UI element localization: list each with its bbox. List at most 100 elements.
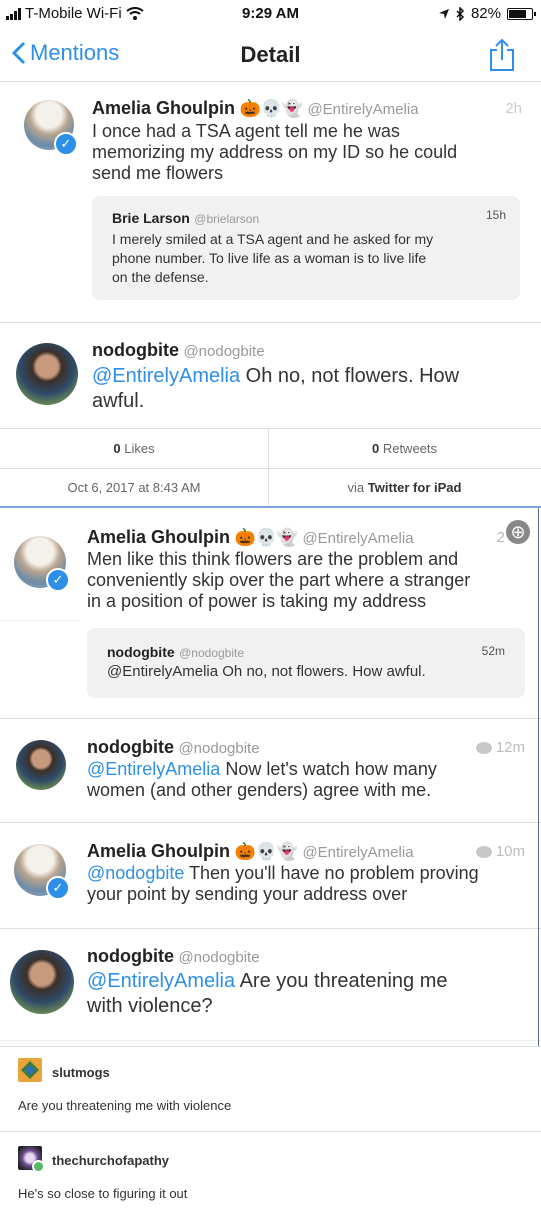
divider [0,718,541,719]
tweet-age-text: 10m [495,843,525,860]
quote-age: 15h [485,208,506,222]
reply-bubble-icon [475,742,492,755]
quote-text: I merely smiled at a TSA agent and he as… [112,230,433,287]
crosshair-icon: ⊕ [506,520,530,544]
main-tweet: Amelia Ghoulpin 🎃💀👻 @EntirelyAmelia 2h I… [92,98,522,184]
divider [0,822,541,823]
mention-link[interactable]: @EntirelyAmelia [87,970,235,992]
retweets-number: 0 [371,441,380,456]
bluetooth-icon [456,6,465,21]
quote-author-name: nodogbite [107,644,175,660]
name-emojis: 🎃💀👻 [234,528,298,547]
status-bar: T-Mobile Wi-Fi 9:29 AM 82% [0,0,541,30]
detail-tweet: nodogbite @nodogbite @EntirelyAmelia Oh … [92,340,522,414]
tweet-text-line: in a position of power is taking my addr… [87,591,427,611]
quote-text-line: phone number. To live life as a woman is… [112,250,427,266]
tweet-text-line: your point by sending your address over [87,884,408,904]
tweet-text: I once had a TSA agent tell me he was me… [92,121,522,184]
divider [0,620,80,621]
tweet-age: 2 [496,529,505,546]
screenshot-border [0,506,541,508]
tweet-text: @EntirelyAmelia Now let's watch how many… [87,759,527,801]
tweet-text: Men like this think flowers are the prob… [87,549,527,612]
via-app: Twitter for iPad [367,480,462,495]
tweet-author-handle[interactable]: @EntirelyAmelia [302,530,413,547]
tweet-timestamp: Oct 6, 2017 at 8:43 AM [67,480,201,495]
back-label: Mentions [30,40,120,65]
tweet-text-line: Now let's watch how many [220,759,437,779]
tweet-text-line: Oh no, not flowers. How [240,365,460,387]
avatar[interactable] [10,950,74,1014]
tweet-author-handle[interactable]: @nodogbite [183,343,264,360]
retweets-label: Retweets [382,441,438,456]
reblog-username[interactable]: slutmogs [52,1065,110,1080]
via-prefix: via [347,480,365,495]
diamond-icon [21,1061,39,1079]
tweet-age-text: 12m [495,739,525,756]
name-emojis: 🎃💀👻 [239,99,303,118]
tweet-text: @nodogbite Then you'll have no problem p… [87,863,527,905]
tweet-author-name[interactable]: nodogbite [92,340,179,360]
screenshot-edge [538,508,539,1046]
tweet-text-line: send me flowers [92,163,224,183]
tweet-author-name[interactable]: nodogbite [87,737,174,757]
back-button[interactable]: Mentions [12,40,119,66]
share-button[interactable] [489,38,515,77]
retweets-count[interactable]: 0 Retweets [268,441,541,456]
divider [0,1040,541,1041]
quote-text-line: I merely smiled at a TSA agent and he as… [112,231,434,247]
battery-percent: 82% [470,5,501,22]
reblog-username[interactable]: thechurchofapathy [52,1153,169,1168]
name-emojis: 🎃💀👻 [234,842,298,861]
divider [0,322,541,323]
tweet-author-name[interactable]: Amelia Ghoulpin [87,527,230,547]
quote-author-handle: @nodogbite [179,646,245,660]
avatar[interactable] [16,343,78,405]
blog-avatar[interactable] [18,1058,42,1082]
tweet-text-line: conveniently skip over the part where a … [87,570,471,590]
thread-tweet: nodogbite @nodogbite @EntirelyAmelia Are… [87,946,527,1019]
quote-text: @EntirelyAmelia Oh no, not flowers. How … [107,663,426,680]
tweet-author-handle[interactable]: @EntirelyAmelia [302,844,413,861]
via-client[interactable]: via Twitter for iPad [268,480,541,495]
mention-link[interactable]: @nodogbite [87,863,184,883]
tweet-age: 10m [475,843,525,860]
status-right: 82% [438,5,536,22]
divider [0,1046,541,1047]
tweet-author-handle[interactable]: @nodogbite [178,740,259,757]
tweet-text-line: Then you'll have no problem proving [184,863,479,883]
divider [0,428,541,429]
quote-text-line: on the defense. [112,269,209,285]
reblog-text: Are you threatening me with violence [18,1098,232,1113]
tweet-text: @EntirelyAmelia Are you threatening me w… [87,969,527,1019]
likes-count[interactable]: 0 Likes [0,441,268,456]
mention-link[interactable]: @EntirelyAmelia [87,759,220,779]
verified-badge-icon: ✓ [54,132,78,156]
nav-bar: Mentions Detail [0,30,541,82]
tweet-author-name[interactable]: Amelia Ghoulpin [87,841,230,861]
tweet-text-line: Men like this think flowers are the prob… [87,549,459,569]
verified-badge-icon: ✓ [46,568,70,592]
tweet-text-line: Are you threatening me [235,970,448,992]
avatar[interactable] [16,740,66,790]
tweet-author-name[interactable]: Amelia Ghoulpin [92,98,235,118]
divider [0,1131,541,1132]
reblog-text: He's so close to figuring it out [18,1186,188,1201]
tweet-age: 12m [475,739,525,756]
divider [0,468,541,469]
tweet-text: @EntirelyAmelia Oh no, not flowers. How … [92,364,522,414]
likes-number: 0 [113,441,121,456]
tweet-author-handle[interactable]: @nodogbite [178,949,259,966]
tweet-age: 2h [505,100,522,117]
battery-icon [507,7,536,20]
quoted-tweet[interactable]: Brie Larson @brielarson 15h I merely smi… [92,196,520,300]
tweet-author-handle[interactable]: @EntirelyAmelia [307,101,418,118]
quoted-tweet[interactable]: nodogbite @nodogbite 52m @EntirelyAmelia… [87,628,525,698]
quote-age: 52m [481,644,505,658]
tweet-text-line: women (and other genders) agree with me. [87,780,432,800]
share-icon [490,38,514,71]
mention-link[interactable]: @EntirelyAmelia [92,365,240,387]
likes-label: Likes [124,441,155,456]
thread-tweet: Amelia Ghoulpin 🎃💀👻 @EntirelyAmelia 2 Me… [87,527,527,612]
tweet-author-name[interactable]: nodogbite [87,946,174,966]
